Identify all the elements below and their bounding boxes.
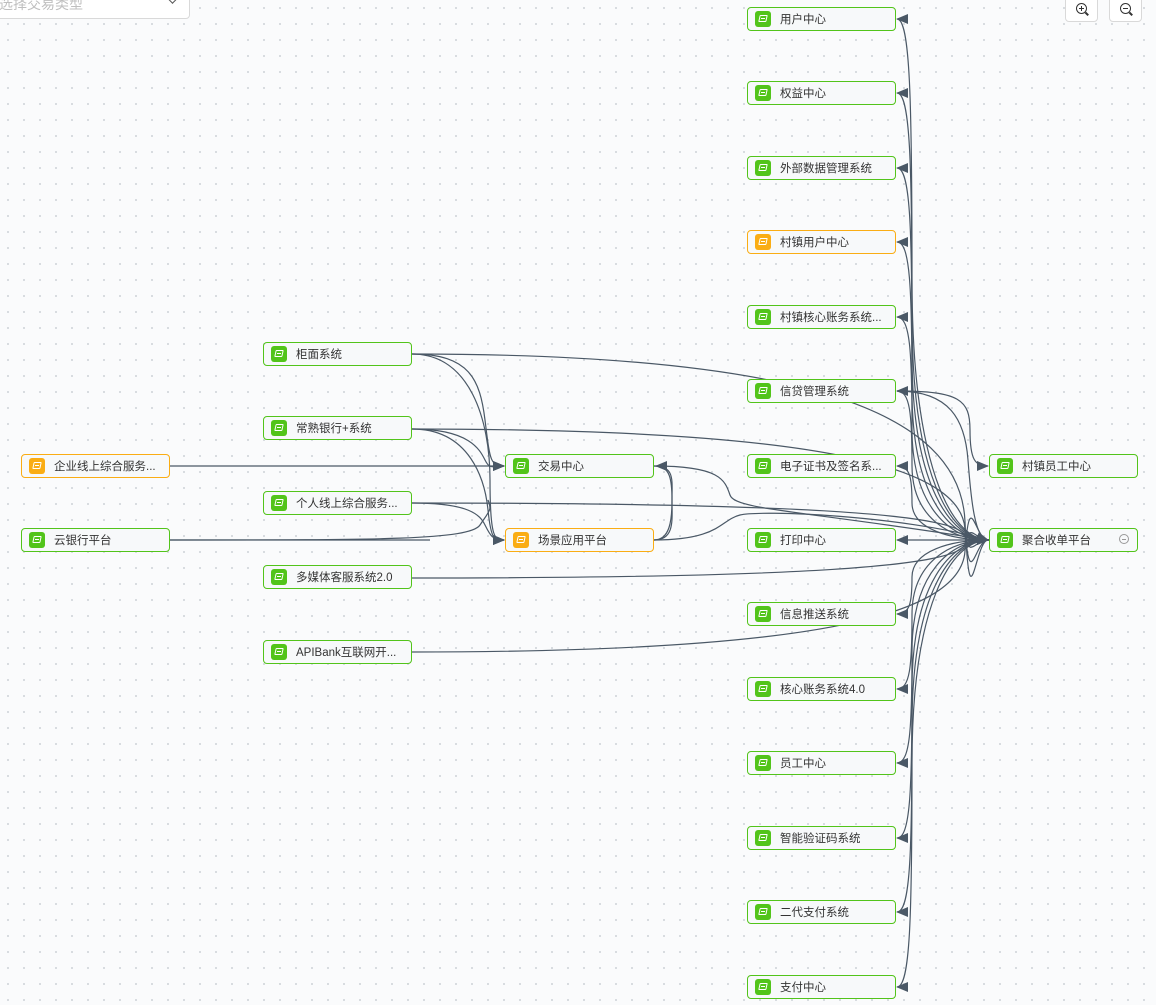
node-staff-center[interactable]: 员工中心 — [747, 751, 896, 775]
edge-layer — [169, 14, 990, 992]
edge-bankplus-to-txn — [411, 428, 505, 472]
node-transaction-center[interactable]: 交易中心 — [505, 454, 654, 478]
node-credit-management[interactable]: 信贷管理系统 — [747, 379, 896, 403]
transaction-type-select[interactable]: 选择交易类型 — [0, 0, 190, 19]
node-village-staff-center[interactable]: 村镇员工中心 — [989, 454, 1138, 478]
system-icon — [271, 346, 287, 362]
system-icon — [513, 458, 529, 474]
node-village-user-center[interactable]: 村镇用户中心 — [747, 230, 896, 254]
edge-to-right-12 — [896, 539, 990, 843]
edge-long-2 — [411, 428, 989, 563]
system-icon — [29, 458, 45, 474]
collapse-icon[interactable] — [1119, 534, 1129, 544]
node-apibank[interactable]: APIBank互联网开... — [263, 640, 412, 664]
system-icon — [271, 644, 287, 660]
chevron-down-icon — [166, 0, 179, 4]
system-icon — [755, 383, 771, 399]
node-smart-captcha[interactable]: 智能验证码系统 — [747, 826, 896, 850]
node-cloud-bank[interactable]: 云银行平台 — [21, 528, 170, 552]
node-changshu-bank-plus[interactable]: 常熟银行+系统 — [263, 416, 412, 440]
node-village-core-accounting[interactable]: 村镇核心账务系统... — [747, 305, 896, 329]
system-icon — [755, 11, 771, 27]
node-counter-system[interactable]: 柜面系统 — [263, 342, 412, 366]
system-icon — [755, 160, 771, 176]
node-payment-center[interactable]: 支付中心 — [747, 975, 896, 999]
system-icon — [755, 904, 771, 920]
node-enterprise-online-service[interactable]: 企业线上综合服务... — [21, 454, 170, 478]
system-icon — [755, 755, 771, 771]
system-icon — [271, 420, 287, 436]
system-icon — [29, 532, 45, 548]
system-icon — [755, 532, 771, 548]
system-icon — [755, 458, 771, 474]
edge-scene-to-txn — [653, 461, 673, 541]
system-icon — [271, 569, 287, 585]
select-placeholder: 选择交易类型 — [0, 0, 83, 12]
system-icon — [997, 532, 1013, 548]
node-message-push[interactable]: 信息推送系统 — [747, 602, 896, 626]
system-icon — [755, 309, 771, 325]
edge-counter-to-txn — [411, 353, 505, 471]
node-personal-online-service[interactable]: 个人线上综合服务... — [263, 491, 412, 515]
system-icon — [755, 606, 771, 622]
node-external-data-system[interactable]: 外部数据管理系统 — [747, 156, 896, 180]
zoom-in-button[interactable] — [1065, 0, 1098, 22]
node-rights-center[interactable]: 权益中心 — [747, 81, 896, 105]
node-second-gen-payment[interactable]: 二代支付系统 — [747, 900, 896, 924]
node-print-center[interactable]: 打印中心 — [747, 528, 896, 552]
system-icon — [755, 85, 771, 101]
node-scene-app-platform[interactable]: 场景应用平台 — [505, 528, 654, 552]
node-aggregated-acquiring[interactable]: 聚合收单平台 — [989, 528, 1138, 552]
system-icon — [271, 495, 287, 511]
edge-counter-to-scene — [411, 353, 505, 545]
system-icon — [513, 532, 529, 548]
node-core-accounting-4[interactable]: 核心账务系统4.0 — [747, 677, 896, 701]
system-icon — [755, 979, 771, 995]
node-e-certificate[interactable]: 电子证书及签名系... — [747, 454, 896, 478]
system-icon — [755, 234, 771, 250]
edge-long-5 — [411, 517, 989, 653]
node-user-center[interactable]: 用户中心 — [747, 7, 896, 31]
system-icon — [997, 458, 1013, 474]
system-icon — [755, 830, 771, 846]
system-icon — [755, 681, 771, 697]
zoom-out-button[interactable] — [1109, 0, 1142, 22]
node-multimedia-cs[interactable]: 多媒体客服系统2.0 — [263, 565, 412, 589]
